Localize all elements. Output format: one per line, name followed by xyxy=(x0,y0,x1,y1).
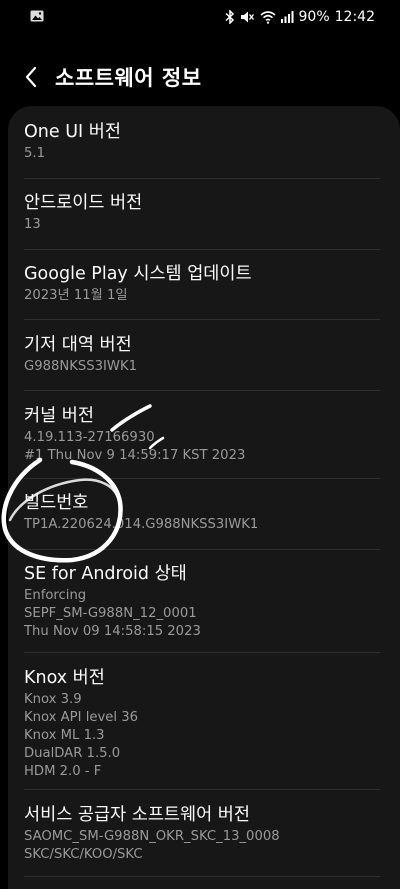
list-item-knox-version[interactable]: Knox 버전 Knox 3.9 Knox API level 36 Knox … xyxy=(24,666,380,780)
list-item-kernel-version[interactable]: 커널 버전 4.19.113-27166930 #1 Thu Nov 9 14:… xyxy=(24,404,380,464)
item-title: Knox 버전 xyxy=(24,668,105,688)
software-info-list: One UI 버전 5.1 안드로이드 버전 13 Google Play 시스… xyxy=(8,106,400,889)
signal-icon xyxy=(280,11,294,23)
divider xyxy=(24,319,380,320)
list-item-google-play-system-update[interactable]: Google Play 시스템 업데이트 2023년 11월 1일 xyxy=(24,262,380,304)
item-title: 안드로이드 버전 xyxy=(24,193,143,213)
item-title: 빌드번호 xyxy=(24,493,89,513)
divider xyxy=(24,789,380,790)
list-item-baseband-version[interactable]: 기저 대역 버전 G988NKSS3IWK1 xyxy=(24,333,380,375)
back-button[interactable] xyxy=(14,60,48,94)
page-title: 소프트웨어 정보 xyxy=(55,66,202,90)
item-title: 서비스 공급자 소프트웨어 버전 xyxy=(24,805,250,825)
item-value: #1 Thu Nov 9 14:59:17 KST 2023 xyxy=(24,448,246,463)
divider xyxy=(24,178,380,179)
divider xyxy=(24,549,380,550)
image-icon xyxy=(30,10,44,22)
divider xyxy=(24,876,380,877)
status-icons: 90% 12:42 xyxy=(225,7,375,27)
item-value: DualDAR 1.5.0 xyxy=(24,746,121,761)
clock: 12:42 xyxy=(334,9,375,25)
item-value: Knox ML 1.3 xyxy=(24,728,105,743)
item-value: 2023년 11월 1일 xyxy=(24,288,128,303)
item-value: SKC/SKC/KOO/SKC xyxy=(24,847,143,862)
list-item-se-for-android-status[interactable]: SE for Android 상태 Enforcing SEPF_SM-G988… xyxy=(24,562,380,640)
item-value: SEPF_SM-G988N_12_0001 xyxy=(24,606,197,621)
item-value: G988NKSS3IWK1 xyxy=(24,359,138,374)
list-item-build-number[interactable]: 빌드번호 TP1A.220624.014.G988NKSS3IWK1 xyxy=(24,491,380,533)
divider xyxy=(24,478,380,479)
item-value: Knox 3.9 xyxy=(24,692,82,707)
item-title: 커널 버전 xyxy=(24,406,94,426)
bluetooth-icon xyxy=(225,10,234,24)
item-value: 13 xyxy=(24,217,41,232)
app-bar: 소프트웨어 정보 xyxy=(0,52,400,100)
item-value: Knox API level 36 xyxy=(24,710,139,725)
item-value: Enforcing xyxy=(24,588,87,603)
item-title: One UI 버전 xyxy=(24,122,121,142)
divider xyxy=(24,652,380,653)
chevron-left-icon xyxy=(25,66,37,88)
list-item-service-provider-software-version[interactable]: 서비스 공급자 소프트웨어 버전 SAOMC_SM-G988N_OKR_SKC_… xyxy=(24,803,380,863)
item-value: 4.19.113-27166930 xyxy=(24,430,155,445)
battery-level: 90% xyxy=(298,9,330,25)
item-value: TP1A.220624.014.G988NKSS3IWK1 xyxy=(24,517,259,532)
divider xyxy=(24,249,380,250)
list-item-android-version[interactable]: 안드로이드 버전 13 xyxy=(24,191,380,233)
mute-icon xyxy=(240,11,254,23)
item-title: 기저 대역 버전 xyxy=(24,335,132,355)
item-title: Google Play 시스템 업데이트 xyxy=(24,264,252,284)
wifi-icon xyxy=(259,11,276,24)
status-bar: 90% 12:42 xyxy=(0,0,400,34)
list-item-one-ui-version[interactable]: One UI 버전 5.1 xyxy=(24,120,380,162)
divider xyxy=(24,390,380,391)
item-title: SE for Android 상태 xyxy=(24,564,187,584)
item-value: Thu Nov 09 14:58:15 2023 xyxy=(24,624,201,639)
item-value: SAOMC_SM-G988N_OKR_SKC_13_0008 xyxy=(24,829,280,844)
item-value: HDM 2.0 - F xyxy=(24,764,102,779)
item-value: 5.1 xyxy=(24,146,45,161)
